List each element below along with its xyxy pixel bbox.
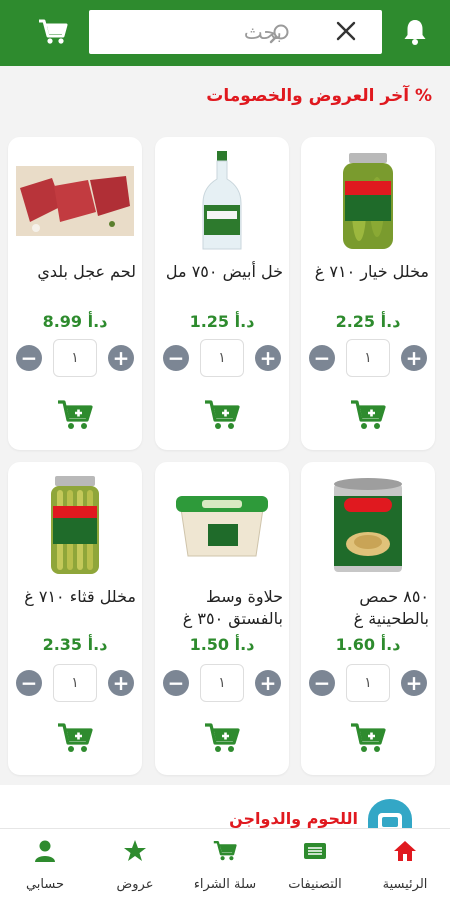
- search-input[interactable]: بحث: [244, 20, 282, 44]
- nav-categories[interactable]: التصنيفات: [270, 829, 360, 900]
- nav-label: سلة الشراء: [193, 877, 257, 892]
- add-to-cart-button[interactable]: [350, 722, 386, 754]
- close-icon[interactable]: [333, 18, 359, 44]
- quantity-stepper: − ١ +: [8, 664, 142, 702]
- quantity-field[interactable]: ١: [346, 339, 390, 377]
- quantity-stepper: − ١ +: [301, 339, 435, 377]
- product-image: [16, 149, 134, 253]
- nav-home[interactable]: الرئيسية: [360, 829, 450, 900]
- product-image: [16, 474, 134, 578]
- product-card[interactable]: لحم عجل بلدي 8.99 د.أ − ١ +: [8, 137, 142, 450]
- increase-button[interactable]: +: [108, 670, 134, 696]
- search-bar[interactable]: بحث: [89, 10, 382, 54]
- decrease-button[interactable]: −: [16, 670, 42, 696]
- product-card[interactable]: مخلل قثاء ٧١٠ غ 2.35 د.أ − ١ +: [8, 462, 142, 775]
- nav-label: حسابي: [25, 877, 65, 892]
- increase-button[interactable]: +: [401, 345, 427, 371]
- add-to-cart-button[interactable]: [204, 399, 240, 431]
- product-card[interactable]: ٨٥٠ حمص بالطحينية غ 1.60 د.أ − ١ +: [301, 462, 435, 775]
- decrease-button[interactable]: −: [163, 670, 189, 696]
- app-header: بحث: [0, 0, 450, 66]
- product-card[interactable]: خل أبيض ٧٥٠ مل 1.25 د.أ − ١ +: [155, 137, 289, 450]
- quantity-stepper: − ١ +: [301, 664, 435, 702]
- nav-label: التصنيفات: [288, 877, 342, 892]
- quantity-stepper: − ١ +: [155, 339, 289, 377]
- increase-button[interactable]: +: [255, 670, 281, 696]
- decrease-button[interactable]: −: [309, 670, 335, 696]
- product-price: 1.60 د.أ: [335, 635, 401, 654]
- product-price: 1.25 د.أ: [189, 312, 255, 331]
- product-image: [309, 474, 427, 578]
- user-icon: [33, 839, 57, 863]
- decrease-button[interactable]: −: [16, 345, 42, 371]
- product-name: مخلل قثاء ٧١٠ غ: [24, 587, 136, 606]
- bottom-navigation: الرئيسية التصنيفات سلة الشراء عروض حسابي: [0, 828, 450, 900]
- product-image: [163, 474, 281, 578]
- decrease-button[interactable]: −: [163, 345, 189, 371]
- add-to-cart-button[interactable]: [57, 722, 93, 754]
- quantity-field[interactable]: ١: [346, 664, 390, 702]
- increase-button[interactable]: +: [401, 670, 427, 696]
- nav-label: عروض: [116, 877, 154, 892]
- add-to-cart-button[interactable]: [204, 722, 240, 754]
- quantity-stepper: − ١ +: [155, 664, 289, 702]
- add-to-cart-button[interactable]: [350, 399, 386, 431]
- product-name: حلاوة وسط بالفستق ٣٥٠ غ: [182, 587, 283, 628]
- cart-icon[interactable]: [36, 14, 70, 50]
- product-name: خل أبيض ٧٥٠ مل: [165, 262, 283, 281]
- product-price: 8.99 د.أ: [42, 312, 108, 331]
- product-name: لحم عجل بلدي: [37, 262, 136, 281]
- star-icon: [123, 839, 147, 863]
- nav-cart[interactable]: سلة الشراء: [180, 829, 270, 900]
- product-card[interactable]: حلاوة وسط بالفستق ٣٥٠ غ 1.50 د.أ − ١ +: [155, 462, 289, 775]
- product-name: ٨٥٠ حمص بالطحينية غ: [353, 587, 429, 628]
- home-icon: [393, 839, 417, 863]
- product-name: مخلل خيار ٧١٠ غ: [314, 262, 429, 281]
- cart-icon: [213, 839, 237, 863]
- product-price: 2.25 د.أ: [335, 312, 401, 331]
- quantity-field[interactable]: ١: [53, 664, 97, 702]
- nav-label: الرئيسية: [382, 877, 428, 892]
- product-image: [163, 149, 281, 253]
- quantity-field[interactable]: ١: [200, 664, 244, 702]
- categories-icon: [303, 839, 327, 863]
- decrease-button[interactable]: −: [309, 345, 335, 371]
- quantity-stepper: − ١ +: [8, 339, 142, 377]
- nav-offers[interactable]: عروض: [90, 829, 180, 900]
- section-title: % آخر العروض والخصومات: [206, 86, 432, 106]
- increase-button[interactable]: +: [255, 345, 281, 371]
- quantity-field[interactable]: ١: [53, 339, 97, 377]
- product-price: 1.50 د.أ: [189, 635, 255, 654]
- product-image: [309, 149, 427, 253]
- product-price: 2.35 د.أ: [42, 635, 108, 654]
- section-title: اللحوم والدواجن: [229, 809, 358, 828]
- quantity-field[interactable]: ١: [200, 339, 244, 377]
- add-to-cart-button[interactable]: [57, 399, 93, 431]
- bell-icon[interactable]: [398, 14, 432, 50]
- nav-account[interactable]: حسابي: [0, 829, 90, 900]
- increase-button[interactable]: +: [108, 345, 134, 371]
- product-card[interactable]: مخلل خيار ٧١٠ غ 2.25 د.أ − ١ +: [301, 137, 435, 450]
